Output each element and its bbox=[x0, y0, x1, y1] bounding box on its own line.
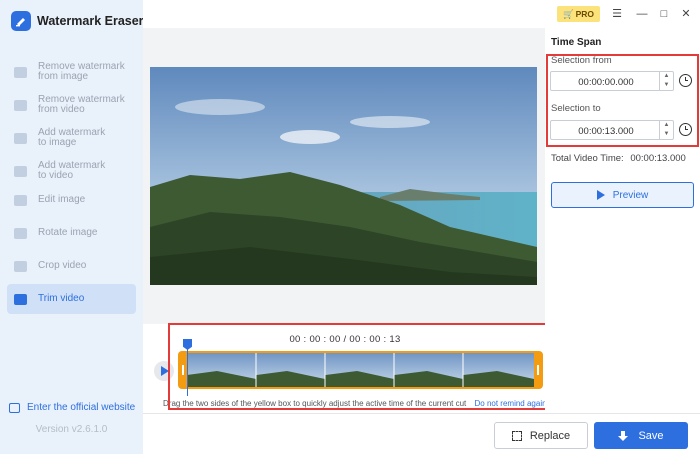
play-icon bbox=[596, 190, 605, 200]
preview-label: Preview bbox=[612, 189, 649, 201]
app-logo-icon bbox=[11, 11, 31, 31]
image-eraser-icon bbox=[14, 66, 27, 78]
version-label: Version v2.6.1.0 bbox=[35, 424, 108, 435]
rotate-icon bbox=[14, 227, 27, 239]
maximize-icon[interactable]: □ bbox=[657, 7, 671, 21]
time-span-title: Time Span bbox=[551, 37, 602, 48]
selection-highlight-frame bbox=[546, 54, 699, 147]
pro-button[interactable]: 🛒 PRO bbox=[557, 6, 600, 22]
sidebar-item-crop-video[interactable]: Crop video bbox=[7, 251, 136, 281]
sidebar-item-edit-image[interactable]: Edit image bbox=[7, 185, 136, 215]
video-add-icon bbox=[14, 165, 27, 177]
sidebar-item-label-2: to video bbox=[38, 170, 74, 181]
replace-icon bbox=[511, 430, 522, 441]
crop-icon bbox=[14, 260, 27, 272]
save-button[interactable]: Save bbox=[594, 422, 688, 449]
sidebar-item-add-watermark-image[interactable]: Add watermark to image bbox=[7, 123, 136, 153]
total-time-label: Total Video Time: bbox=[551, 153, 624, 164]
trim-icon bbox=[14, 293, 27, 305]
close-icon[interactable]: ✕ bbox=[679, 7, 693, 21]
preview-button[interactable]: Preview bbox=[551, 182, 694, 208]
video-eraser-icon bbox=[14, 99, 27, 111]
minimize-icon[interactable]: — bbox=[635, 7, 649, 21]
pro-label: PRO bbox=[575, 9, 594, 19]
sidebar-item-add-watermark-video[interactable]: Add watermark to video bbox=[7, 156, 136, 186]
replace-label: Replace bbox=[529, 429, 571, 442]
sidebar-item-trim-video[interactable]: Trim video bbox=[7, 284, 136, 314]
edit-image-icon bbox=[14, 194, 27, 206]
official-website-label: Enter the official website bbox=[27, 402, 136, 413]
replace-button[interactable]: Replace bbox=[494, 422, 588, 449]
save-label: Save bbox=[638, 429, 664, 442]
sidebar-item-rotate-image[interactable]: Rotate image bbox=[7, 218, 136, 248]
sidebar-item-label: Rotate image bbox=[38, 227, 98, 238]
official-website-link[interactable]: Enter the official website bbox=[9, 402, 135, 413]
sidebar-item-label-2: from video bbox=[38, 104, 85, 115]
menu-icon[interactable]: ☰ bbox=[610, 7, 624, 21]
sidebar-item-label-2: to image bbox=[38, 137, 77, 148]
sidebar-item-label: Crop video bbox=[38, 260, 87, 271]
sidebar-item-remove-watermark-video[interactable]: Remove watermark from video bbox=[7, 90, 136, 120]
app-title: Watermark Eraser bbox=[37, 14, 144, 28]
sidebar-item-label-2: from image bbox=[38, 71, 89, 82]
total-time-value: 00:00:13.000 bbox=[630, 153, 686, 164]
cart-icon: 🛒 bbox=[562, 8, 574, 19]
sidebar-item-label: Trim video bbox=[38, 293, 85, 304]
timeline-highlight-frame bbox=[168, 323, 552, 410]
image-add-icon bbox=[14, 132, 27, 144]
sidebar-item-label: Edit image bbox=[38, 194, 86, 205]
brand: Watermark Eraser bbox=[11, 11, 144, 31]
sidebar-item-remove-watermark-image[interactable]: Remove watermark from image bbox=[7, 57, 136, 87]
video-preview bbox=[150, 67, 537, 285]
download-icon bbox=[618, 430, 629, 441]
monitor-icon bbox=[9, 402, 20, 413]
